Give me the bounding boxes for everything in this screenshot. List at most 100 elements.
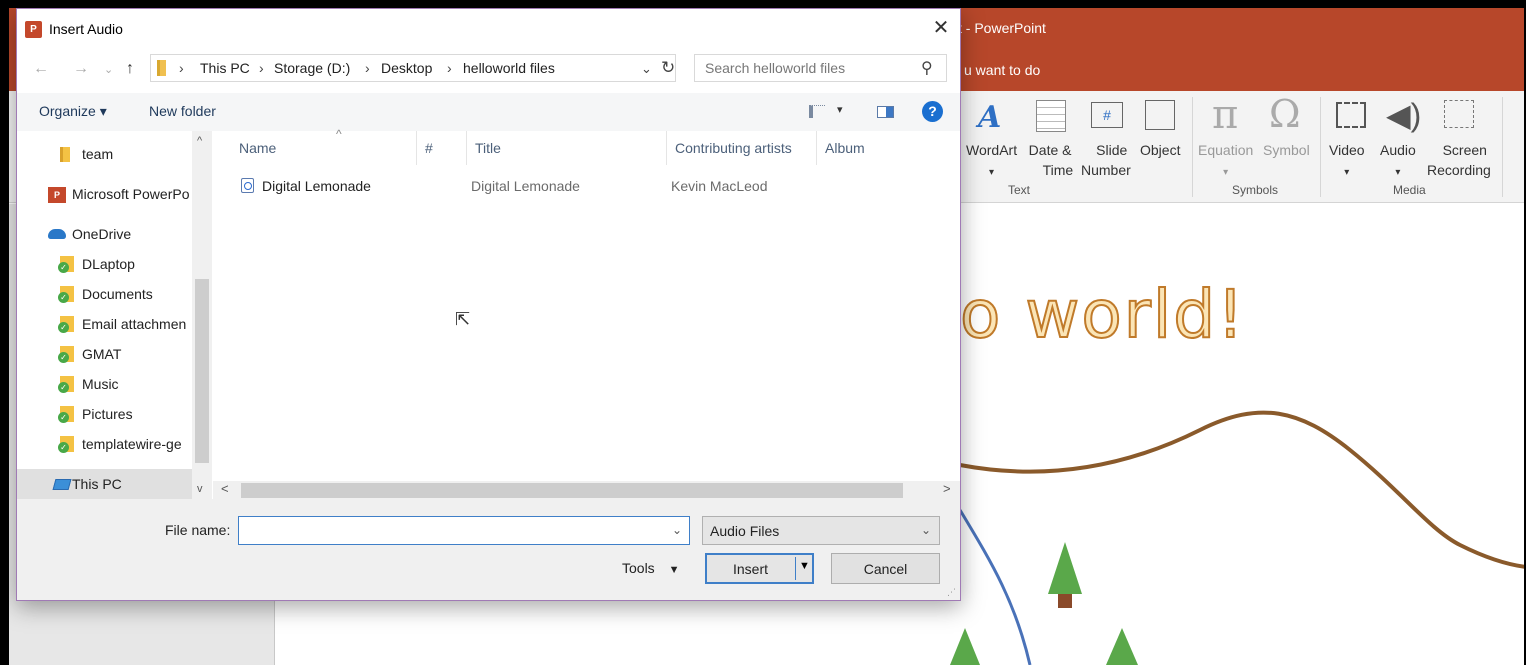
file-name-field[interactable]: ⌄ (238, 516, 690, 545)
column-header-album[interactable]: Album (817, 131, 937, 165)
chevron-down-icon[interactable]: ⌄ (641, 61, 652, 77)
nav-item-microsoft-powerpoint[interactable]: P Microsoft PowerPo (17, 179, 212, 209)
nav-item-label: Pictures (82, 406, 133, 422)
nav-item-label: This PC (72, 476, 122, 492)
search-input[interactable] (696, 56, 916, 80)
chevron-down-icon[interactable]: v (197, 483, 203, 495)
recent-locations-chevron-icon[interactable]: ⌄ (104, 63, 113, 76)
nav-item-templatewire[interactable]: templatewire-ge (17, 429, 212, 459)
close-icon[interactable]: ✕ (927, 17, 955, 41)
chevron-right-icon[interactable]: › (179, 60, 184, 76)
mouse-cursor-icon: ⇱ (455, 309, 471, 329)
forward-arrow-icon[interactable]: → (73, 60, 89, 78)
chevron-left-icon[interactable]: < (221, 481, 229, 496)
tree-icon (1048, 542, 1082, 594)
nav-item-team[interactable]: team (17, 139, 212, 169)
nav-item-onedrive[interactable]: OneDrive (17, 219, 212, 249)
search-icon[interactable]: ⚲ (921, 58, 933, 78)
dialog-footer: File name: ⌄ Audio Files ⌄ Tools ▼ Inser… (17, 499, 960, 600)
scrollbar-thumb[interactable] (241, 483, 903, 498)
view-options-icon[interactable] (809, 105, 825, 118)
tools-label: Tools (622, 560, 655, 576)
nav-item-this-pc[interactable]: This PC (17, 469, 192, 499)
chevron-down-icon[interactable]: ⌄ (921, 523, 931, 537)
breadcrumb-storage[interactable]: Storage (D:) (274, 60, 350, 76)
file-list: ^ Name # Title Contributing artists Albu… (213, 127, 960, 499)
onedrive-icon (48, 229, 66, 239)
powerpoint-icon: P (25, 21, 42, 38)
search-box[interactable]: ⚲ (694, 54, 947, 82)
chevron-right-icon[interactable]: › (259, 60, 264, 76)
nav-item-pictures[interactable]: Pictures (17, 399, 212, 429)
tree-icon (950, 628, 980, 665)
column-header-name[interactable]: ^ Name (231, 127, 417, 165)
column-header-title[interactable]: Title (467, 131, 667, 165)
caret-down-icon: ▼ (799, 560, 810, 572)
file-type-value: Audio Files (710, 523, 780, 539)
chevron-right-icon[interactable]: › (365, 60, 370, 76)
synced-folder-icon (58, 376, 74, 393)
insert-audio-dialog: P Insert Audio ✕ ← → ⌄ ↑ › This PC › Sto… (16, 8, 961, 601)
column-header-track[interactable]: # (417, 131, 467, 165)
nav-item-label: team (82, 146, 114, 162)
nav-item-dlaptop[interactable]: DLaptop (17, 249, 212, 279)
horizontal-scrollbar[interactable]: < > (213, 481, 960, 499)
nav-item-documents[interactable]: Documents (17, 279, 212, 309)
audio-file-icon (241, 178, 254, 193)
synced-folder-icon (58, 436, 74, 453)
insert-options-dropdown[interactable]: ▼ (795, 557, 812, 580)
file-name-label: File name: (165, 522, 231, 538)
slide-title-text[interactable]: o world! (959, 275, 1246, 354)
navigation-pane: team P Microsoft PowerPo OneDrive DLapto… (17, 131, 212, 499)
nav-scrollbar[interactable]: ^ v (192, 131, 212, 499)
file-name-input[interactable] (240, 518, 660, 543)
sort-ascending-icon: ^ (336, 127, 342, 141)
chevron-right-icon[interactable]: > (943, 481, 951, 496)
chevron-down-icon[interactable]: ▾ (837, 103, 843, 116)
synced-folder-icon (58, 316, 74, 333)
breadcrumb-this-pc[interactable]: This PC (200, 60, 250, 76)
synced-folder-icon (58, 406, 74, 423)
nav-item-music[interactable]: Music (17, 369, 212, 399)
command-bar: Organize ▾ New folder ▾ ? (17, 93, 960, 131)
folder-icon (157, 60, 166, 76)
tree-icon (1106, 628, 1138, 665)
tools-menu-button[interactable]: Tools ▼ (622, 560, 679, 576)
new-folder-button[interactable]: New folder (149, 103, 216, 119)
scrollbar-thumb[interactable] (195, 279, 209, 463)
preview-pane-icon[interactable] (877, 106, 894, 118)
cancel-button[interactable]: Cancel (831, 553, 940, 584)
nav-item-email-attachments[interactable]: Email attachmen (17, 309, 212, 339)
back-arrow-icon[interactable]: ← (33, 60, 49, 78)
help-icon[interactable]: ? (922, 101, 943, 122)
organize-button[interactable]: Organize ▾ (39, 103, 107, 120)
refresh-icon[interactable]: ↻ (661, 58, 675, 78)
caret-down-icon: ▼ (668, 564, 680, 576)
column-header-contributing-artists[interactable]: Contributing artists (667, 131, 817, 165)
file-row[interactable]: Digital Lemonade Digital Lemonade Kevin … (233, 175, 933, 199)
nav-item-gmat[interactable]: GMAT (17, 339, 212, 369)
file-type-select[interactable]: Audio Files ⌄ (702, 516, 940, 545)
address-bar[interactable]: › This PC › Storage (D:) › Desktop › hel… (150, 54, 676, 82)
column-header-label: Name (239, 140, 277, 156)
synced-folder-icon (58, 286, 74, 303)
nav-item-label: GMAT (82, 346, 122, 362)
brown-hill-line (959, 410, 1526, 569)
chevron-up-icon[interactable]: ^ (197, 135, 202, 147)
folder-icon (60, 147, 70, 162)
resize-grip-icon[interactable]: ⋰ (947, 587, 956, 598)
up-arrow-icon[interactable]: ↑ (126, 60, 134, 78)
chevron-right-icon[interactable]: › (447, 60, 452, 76)
pc-icon (52, 479, 72, 490)
nav-item-label: Music (82, 376, 119, 392)
nav-item-label: Documents (82, 286, 153, 302)
dialog-titlebar[interactable]: P Insert Audio ✕ (17, 9, 960, 49)
breadcrumb-helloworld-files[interactable]: helloworld files (463, 60, 555, 76)
breadcrumb-desktop[interactable]: Desktop (381, 60, 432, 76)
powerpoint-icon: P (48, 187, 66, 203)
chevron-down-icon[interactable]: ⌄ (672, 523, 682, 537)
insert-button[interactable]: Insert ▼ (705, 553, 814, 584)
file-name: Digital Lemonade (262, 178, 371, 194)
synced-folder-icon (58, 346, 74, 363)
nav-item-label: OneDrive (72, 226, 132, 242)
